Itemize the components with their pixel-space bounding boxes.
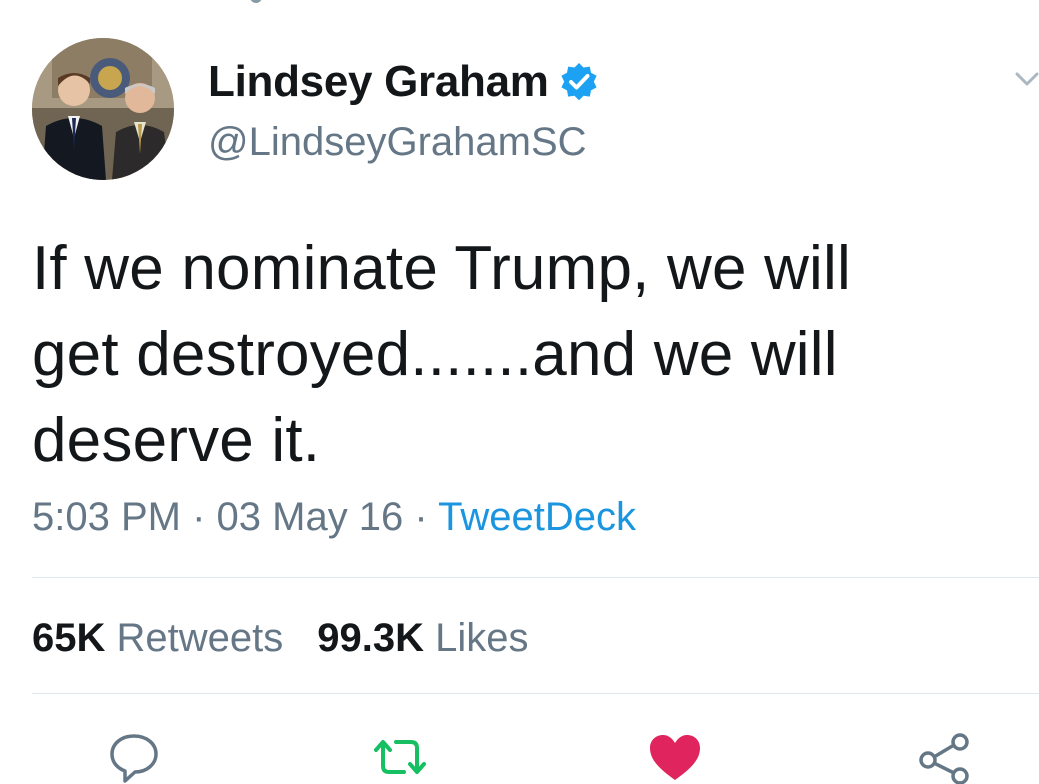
verified-badge-icon: [559, 62, 599, 102]
author-block[interactable]: Lindsey Graham @LindseyGrahamSC: [208, 52, 599, 170]
name-row: Lindsey Graham: [208, 52, 599, 112]
speech-bubble-icon: [110, 734, 158, 783]
action-bar: [0, 730, 1039, 784]
meta-separator: ·: [403, 495, 439, 539]
tweet-text: If we nominate Trump, we will get destro…: [32, 234, 851, 475]
display-name[interactable]: Lindsey Graham: [208, 52, 549, 112]
avatar[interactable]: [32, 38, 174, 180]
handle[interactable]: @LindseyGrahamSC: [208, 114, 599, 170]
share-button[interactable]: [916, 730, 969, 784]
previous-tweet-edge: [190, 0, 310, 4]
meta-separator: ·: [180, 495, 217, 539]
retweets-label: Retweets: [116, 616, 284, 660]
avatar-photo-icon: [32, 38, 174, 180]
likes-label: Likes: [435, 616, 529, 660]
like-button[interactable]: [648, 730, 700, 784]
likes-count: 99.3K: [317, 616, 425, 660]
tweet-date[interactable]: 03 May 16: [217, 495, 404, 539]
divider: [32, 577, 1039, 578]
retweet-button[interactable]: [370, 730, 426, 784]
tweet-stats: 65K Retweets 99.3K Likes: [32, 610, 529, 666]
tweet-source-link[interactable]: TweetDeck: [438, 495, 636, 539]
share-icon: [919, 733, 969, 784]
tweet-meta: 5:03 PM · 03 May 16 · TweetDeck: [32, 490, 636, 544]
retweets-count: 65K: [32, 616, 106, 660]
tweet-header: Lindsey Graham @LindseyGrahamSC: [32, 38, 1039, 182]
heart-icon: [650, 735, 700, 780]
retweet-icon: [374, 740, 426, 774]
reply-button[interactable]: [108, 730, 160, 784]
likes-stat[interactable]: 99.3K Likes: [317, 610, 528, 666]
divider: [32, 693, 1039, 694]
retweets-stat[interactable]: 65K Retweets: [32, 610, 283, 666]
tweet-time[interactable]: 5:03 PM: [32, 495, 181, 539]
chevron-down-icon[interactable]: [1015, 70, 1039, 88]
